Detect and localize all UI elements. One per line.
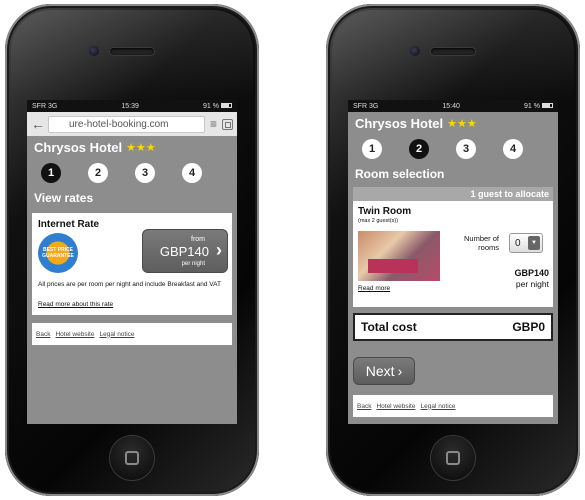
address-bar[interactable]: ure-hotel-booking.com — [48, 115, 205, 133]
browser-toolbar: ← ure-hotel-booking.com ≡ — [27, 112, 237, 136]
section-title: Room selection — [355, 167, 445, 181]
step-1[interactable]: 1 — [362, 139, 382, 159]
home-square-icon — [446, 451, 460, 465]
phone-reflection — [11, 10, 253, 100]
total-cost-label: Total cost — [361, 320, 417, 334]
camera-icon — [89, 46, 99, 56]
screen-room-selection: SFR 3G 15:40 91 % Chrysos Hotel ★★★ 1 2 … — [348, 100, 558, 424]
star-rating-icon: ★★★ — [447, 118, 477, 130]
step-3: 3 — [456, 139, 476, 159]
select-rate-button[interactable]: from GBP140 per night › — [142, 229, 228, 273]
room-photo[interactable] — [358, 231, 440, 281]
speaker-grille — [110, 48, 154, 55]
home-button[interactable] — [431, 436, 475, 480]
carrier-label: SFR 3G — [32, 102, 58, 110]
clock: 15:39 — [121, 102, 139, 110]
menu-icon[interactable]: ≡ — [210, 117, 217, 131]
footer-links: Back Hotel website Legal notice — [353, 395, 553, 417]
battery-status: 91 % — [203, 103, 232, 110]
battery-icon — [541, 103, 553, 109]
price-from-label: from — [191, 236, 205, 243]
carrier-label: SFR 3G — [353, 102, 379, 110]
rate-card: Internet Rate BEST PRICE GUARANTEE from … — [32, 213, 232, 315]
back-link[interactable]: Back — [357, 403, 371, 410]
read-more-link[interactable]: Read more — [358, 285, 390, 292]
battery-icon — [220, 103, 232, 109]
hotel-website-link[interactable]: Hotel website — [55, 331, 94, 338]
step-4: 4 — [503, 139, 523, 159]
best-price-badge-icon: BEST PRICE GUARANTEE — [38, 233, 78, 273]
footer-links: Back Hotel website Legal notice — [32, 323, 232, 345]
total-cost-value: GBP0 — [512, 320, 545, 334]
clock: 15:40 — [442, 102, 460, 110]
total-cost-bar: Total cost GBP0 — [353, 313, 553, 341]
number-of-rooms-label: Number of rooms — [463, 234, 499, 252]
camera-icon — [410, 46, 420, 56]
step-1: 1 — [41, 163, 61, 183]
hotel-title: Chrysos Hotel ★★★ — [34, 140, 156, 155]
step-indicator: 1 2 3 4 — [27, 155, 237, 183]
step-4: 4 — [182, 163, 202, 183]
step-indicator: 1 2 3 4 — [348, 131, 558, 159]
step-3: 3 — [135, 163, 155, 183]
room-price: GBP140 — [514, 268, 549, 278]
room-capacity: (max 2 guest(s)) — [358, 218, 399, 224]
home-square-icon — [125, 451, 139, 465]
rate-price: GBP140 — [159, 244, 209, 259]
star-rating-icon: ★★★ — [126, 142, 156, 154]
room-name: Twin Room — [358, 206, 412, 217]
status-bar: SFR 3G 15:39 91 % — [27, 100, 237, 112]
rate-note: All prices are per room per night and in… — [38, 281, 221, 288]
phone-right: SFR 3G 15:40 91 % Chrysos Hotel ★★★ 1 2 … — [326, 4, 580, 496]
battery-status: 91 % — [524, 103, 553, 110]
rooms-count-select[interactable]: 0 ▼ — [509, 233, 543, 253]
hotel-website-link[interactable]: Hotel website — [376, 403, 415, 410]
hotel-title: Chrysos Hotel ★★★ — [355, 116, 477, 131]
tabs-icon[interactable] — [222, 118, 233, 130]
phone-left: SFR 3G 15:39 91 % ← ure-hotel-booking.co… — [5, 4, 259, 496]
screen-rates: SFR 3G 15:39 91 % ← ure-hotel-booking.co… — [27, 100, 237, 424]
legal-notice-link[interactable]: Legal notice — [99, 331, 134, 338]
phone-reflection — [332, 10, 574, 100]
status-bar: SFR 3G 15:40 91 % — [348, 100, 558, 112]
back-arrow-icon[interactable]: ← — [31, 116, 45, 132]
guests-to-allocate: 1 guest to allocate — [353, 187, 553, 201]
speaker-grille — [431, 48, 475, 55]
dropdown-arrow-icon: ▼ — [528, 236, 540, 250]
room-card: Twin Room (max 2 guest(s)) Number of roo… — [353, 201, 553, 307]
step-2: 2 — [409, 139, 429, 159]
per-night-label: per night — [181, 261, 205, 267]
home-button[interactable] — [110, 436, 154, 480]
read-more-rate-link[interactable]: Read more about this rate — [38, 301, 113, 308]
chevron-right-icon: › — [397, 363, 403, 379]
section-title: View rates — [34, 191, 94, 205]
chevron-right-icon: › — [216, 240, 222, 260]
back-link[interactable]: Back — [36, 331, 50, 338]
per-night-label: per night — [515, 279, 549, 289]
next-button[interactable]: Next › — [353, 357, 415, 385]
step-2: 2 — [88, 163, 108, 183]
legal-notice-link[interactable]: Legal notice — [420, 403, 455, 410]
